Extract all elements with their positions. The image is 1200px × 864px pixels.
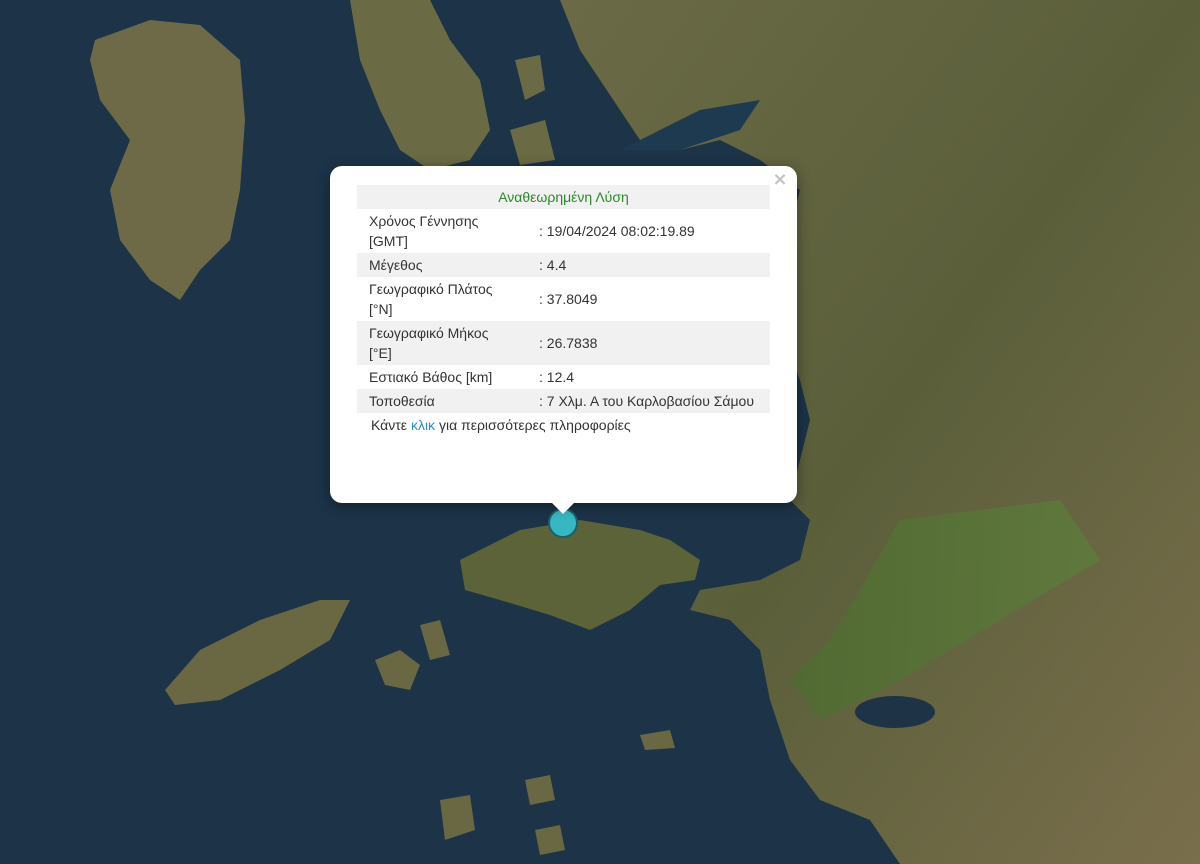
- table-row: Εστιακό Βάθος [km] : 12.4: [357, 365, 770, 389]
- row-label: Γεωγραφικό Μήκος [°E]: [357, 321, 535, 365]
- island-samos: [460, 520, 700, 630]
- row-value: : 7 Χλμ. Α του Καρλοβασίου Σάμου: [535, 389, 770, 413]
- popup-tip: [550, 501, 576, 514]
- lake: [855, 696, 935, 728]
- earthquake-popup: × Αναθεωρημένη Λύση Χρόνος Γέννησης [GMT]…: [330, 166, 797, 514]
- row-value: : 37.8049: [539, 291, 598, 307]
- peninsula-north: [350, 0, 490, 170]
- close-icon[interactable]: ×: [771, 171, 789, 189]
- row-label: Εστιακό Βάθος [km]: [369, 369, 493, 385]
- row-label: Χρόνος Γέννησης [GMT]: [369, 213, 479, 249]
- more-info-text: Κάντε κλικ για περισσότερες πληροφορίες: [371, 417, 631, 433]
- more-info-link[interactable]: κλικ: [411, 417, 435, 433]
- table-row: Χρόνος Γέννησης [GMT] : 19/04/2024 08:02:…: [357, 209, 770, 253]
- row-value: : 4.4: [535, 253, 770, 277]
- row-label: Τοποθεσία: [357, 389, 535, 413]
- satellite-map[interactable]: × Αναθεωρημένη Λύση Χρόνος Γέννησης [GMT]…: [0, 0, 1200, 864]
- row-value: : 12.4: [539, 369, 575, 385]
- info-table: Αναθεωρημένη Λύση Χρόνος Γέννησης [GMT] :…: [357, 185, 770, 413]
- row-value: : 26.7838: [535, 321, 770, 365]
- row-label: Μέγεθος: [357, 253, 535, 277]
- row-label: Γεωγραφικό Πλάτος [°N]: [369, 281, 493, 317]
- table-row: Γεωγραφικό Μήκος [°E] : 26.7838: [357, 321, 770, 365]
- table-row: Τοποθεσία : 7 Χλμ. Α του Καρλοβασίου Σάμ…: [357, 389, 770, 413]
- table-row: Μέγεθος : 4.4: [357, 253, 770, 277]
- popup-heading: Αναθεωρημένη Λύση: [357, 185, 770, 209]
- island-chios: [90, 20, 245, 300]
- row-value: : 19/04/2024 08:02:19.89: [539, 223, 695, 239]
- island-ikaria: [165, 600, 350, 705]
- table-row: Γεωγραφικό Πλάτος [°N] : 37.8049: [357, 277, 770, 321]
